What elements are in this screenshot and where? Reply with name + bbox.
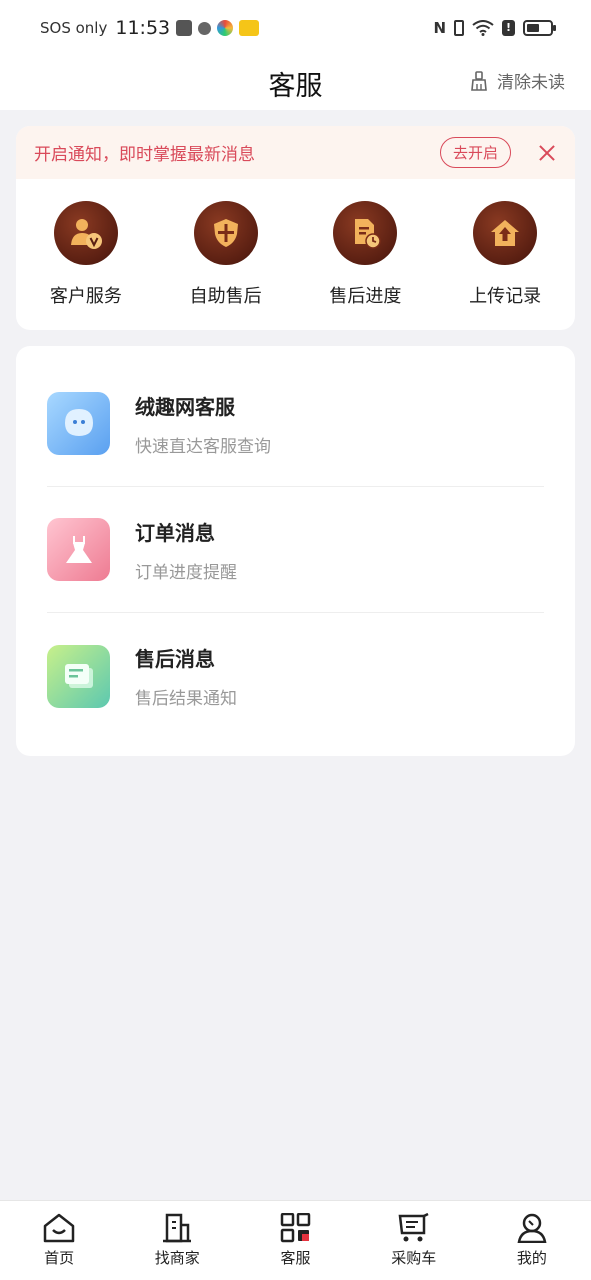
battery-fill [527, 24, 540, 32]
nav-item-find-merchant[interactable]: 找商家 [118, 1201, 236, 1280]
message-title: 绒趣网客服 [135, 394, 235, 419]
nav-label: 首页 [44, 1249, 75, 1267]
enable-notification-button[interactable]: 去开启 [439, 137, 511, 168]
cart-icon [398, 1213, 429, 1242]
nav-item-cart[interactable]: 采购车 [355, 1201, 473, 1280]
building-icon [163, 1213, 192, 1243]
clear-unread-button[interactable]: 清除未读 [469, 68, 565, 93]
nav-label: 客服 [280, 1249, 311, 1267]
quick-action-label: 上传记录 [469, 286, 542, 307]
shield-notification-icon [198, 21, 212, 35]
message-item-after-sales[interactable]: 售后消息 售后结果通知 [47, 613, 544, 739]
bottom-navigation: 首页 找商家 客服 采购车 我的 [0, 1200, 591, 1280]
progress-doc-icon [355, 219, 382, 249]
home-icon [43, 1213, 75, 1243]
message-item-order[interactable]: 订单消息 订单进度提醒 [47, 487, 544, 613]
quick-action-label: 售后进度 [329, 286, 402, 307]
quick-action-label: 自助售后 [189, 286, 262, 307]
quick-action-self-service[interactable]: 自助售后 [156, 179, 296, 330]
chat-bubble-icon [64, 408, 93, 436]
close-icon[interactable] [537, 143, 557, 163]
battery-icon [523, 20, 556, 36]
alert-icon: ! [502, 20, 515, 36]
message-subtitle: 快速直达客服查询 [135, 436, 271, 457]
message-title: 售后消息 [135, 647, 215, 671]
quick-action-upload-records[interactable]: 上传记录 [435, 179, 575, 330]
nav-label: 找商家 [154, 1249, 200, 1267]
page-title: 客服 [268, 70, 323, 102]
service-grid-icon [280, 1213, 310, 1243]
header: 客服 清除未读 [0, 56, 591, 110]
message-subtitle: 订单进度提醒 [135, 562, 237, 583]
nav-item-customer-service[interactable]: 客服 [236, 1201, 354, 1280]
message-title: 订单消息 [135, 520, 215, 545]
profile-icon [517, 1213, 547, 1243]
broom-icon [471, 70, 487, 91]
clock: 11:53 [115, 17, 171, 39]
notification-banner-text: 开启通知，即时掌握最新消息 [34, 145, 255, 165]
dress-icon [65, 535, 92, 563]
shield-icon [213, 219, 238, 247]
quick-action-label: 客户服务 [49, 286, 122, 307]
message-subtitle: 售后结果通知 [135, 689, 237, 709]
customer-service-icon [70, 219, 102, 249]
app-notification-icon [217, 20, 234, 36]
nav-item-profile[interactable]: 我的 [473, 1201, 591, 1280]
message-card-icon [64, 664, 93, 688]
quick-action-progress[interactable]: 售后进度 [296, 179, 436, 330]
nav-label: 我的 [516, 1249, 547, 1267]
yellow-app-notification-icon [239, 20, 260, 36]
vibrate-icon [454, 20, 464, 36]
nav-item-home[interactable]: 首页 [0, 1201, 118, 1280]
mail-notification-icon [176, 20, 193, 36]
clear-unread-label: 清除未读 [497, 73, 565, 93]
message-item-customer-service[interactable]: 绒趣网客服 快速直达客服查询 [47, 361, 544, 487]
carrier-text: SOS only [40, 19, 108, 37]
quick-actions: 客户服务 自助售后 售后进度 上传记录 [16, 179, 575, 330]
nav-label: 采购车 [391, 1249, 437, 1267]
nfc-icon: N [433, 19, 446, 37]
notification-banner: 开启通知，即时掌握最新消息 去开启 [16, 126, 575, 179]
upload-icon [491, 220, 520, 246]
status-bar: SOS only 11:53 N ! [0, 0, 591, 56]
service-shortcuts-card: 开启通知，即时掌握最新消息 去开启 客户服务 自助售后 售后进度 上传记录 [16, 126, 575, 330]
wifi-icon [472, 20, 494, 36]
quick-action-customer-service[interactable]: 客户服务 [16, 179, 156, 330]
message-list: 绒趣网客服 快速直达客服查询 订单消息 订单进度提醒 售后消息 售后结果通知 [16, 346, 575, 756]
